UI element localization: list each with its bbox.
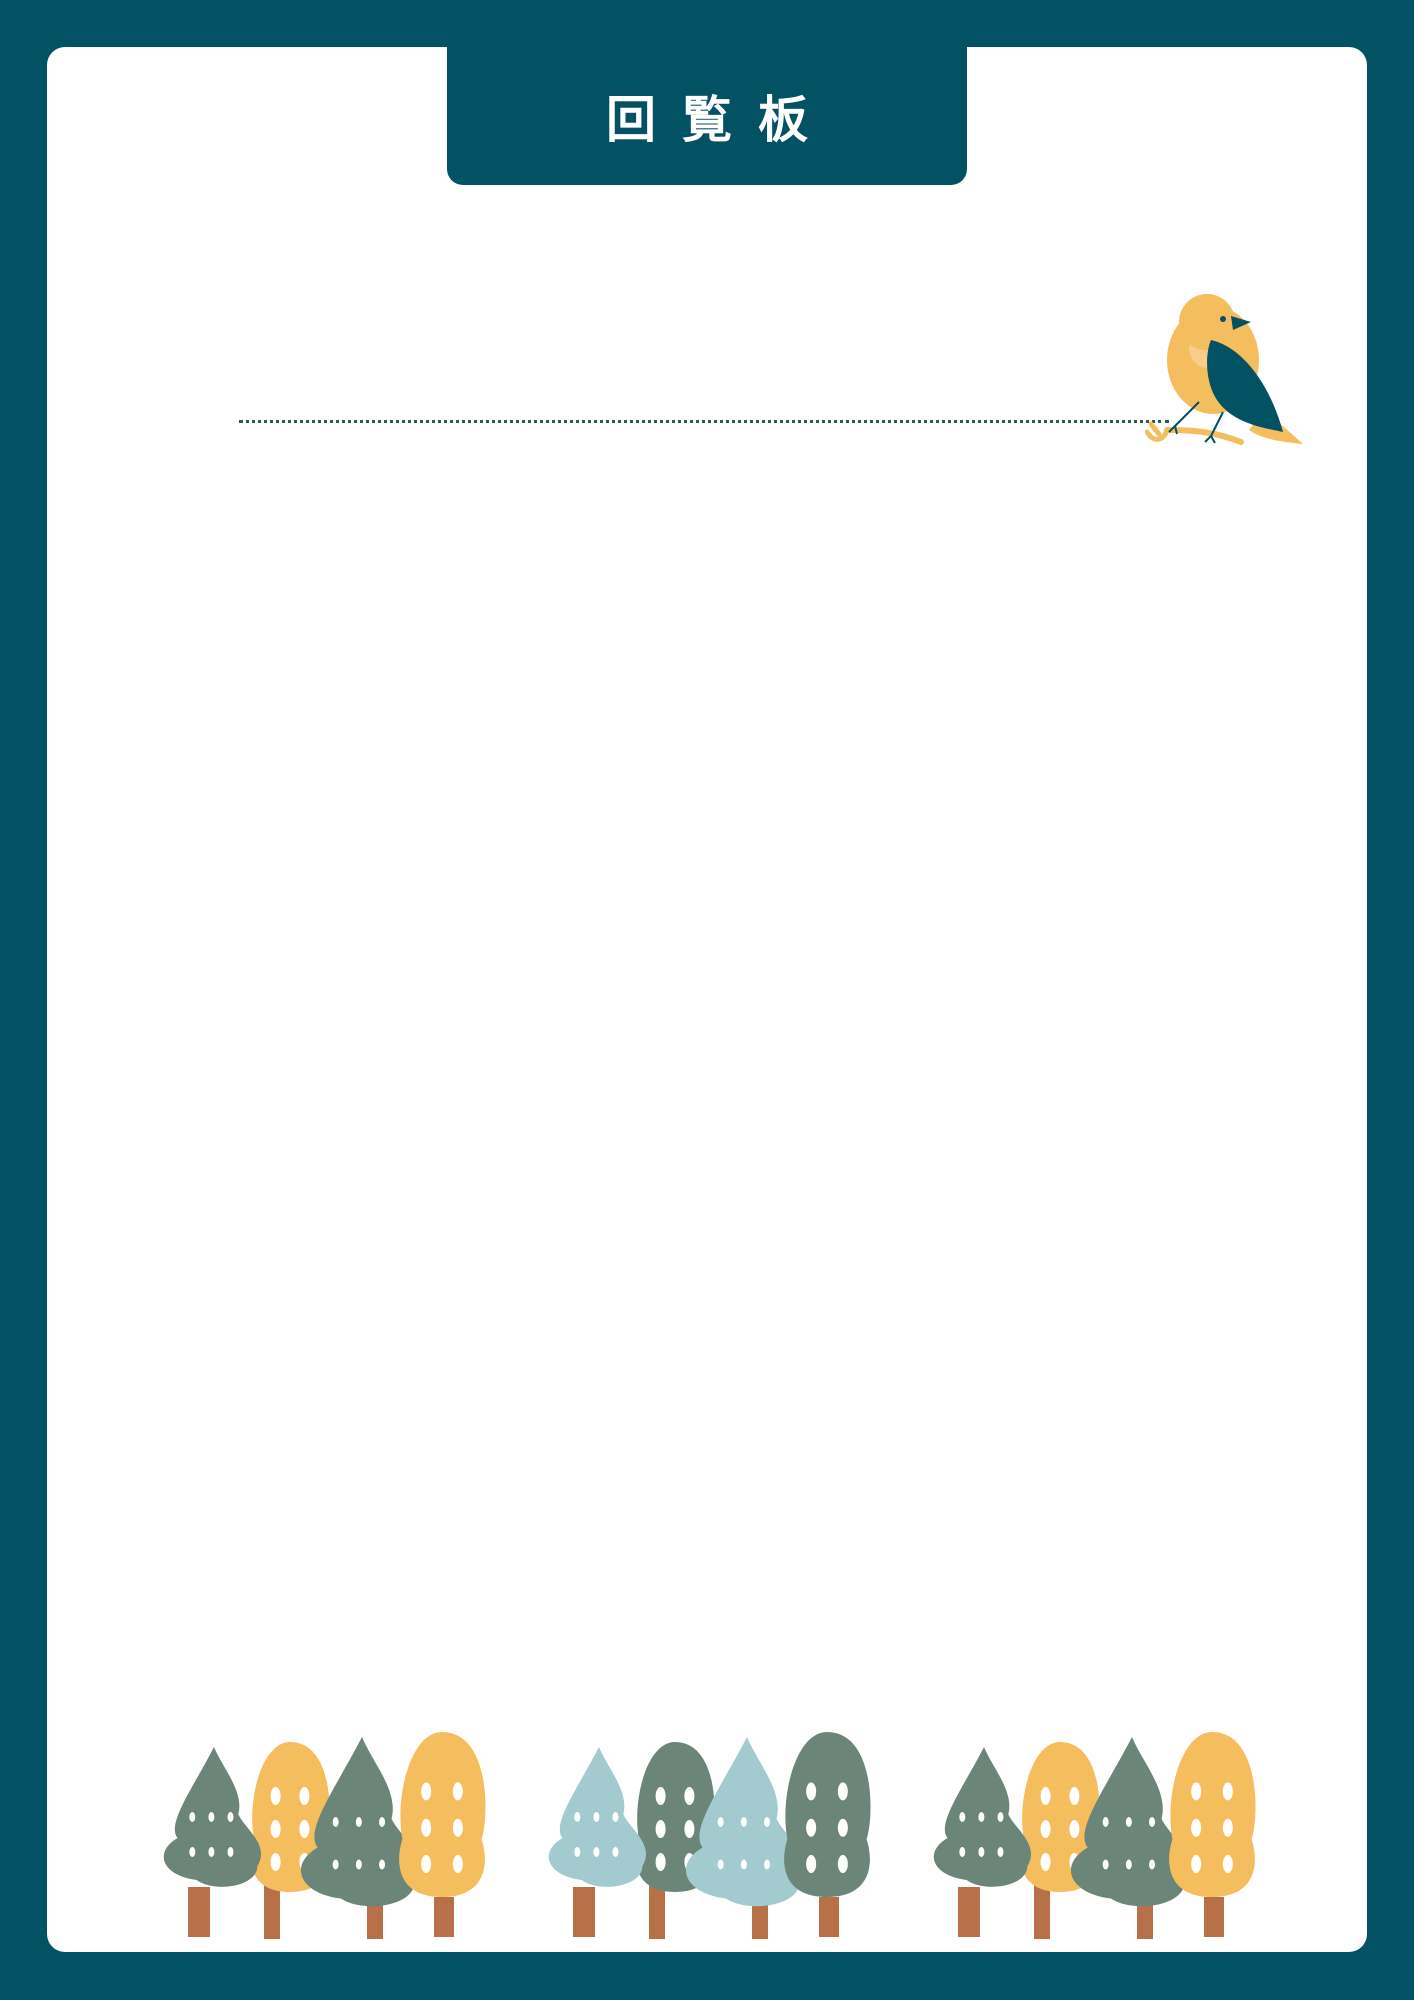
tree-icon	[300, 1737, 420, 1907]
tree-trunk	[1137, 1899, 1153, 1939]
tree-trunk	[752, 1899, 768, 1939]
tree-trunk	[649, 1819, 665, 1939]
bird-on-branch-icon	[1145, 294, 1303, 445]
tree-trunk	[573, 1887, 595, 1937]
tree-trunk	[367, 1899, 383, 1939]
tree-icon	[636, 1742, 715, 1892]
tree-trunk	[958, 1887, 980, 1937]
tree-icon	[1070, 1737, 1190, 1907]
tree-icon	[1169, 1732, 1256, 1897]
tree-trunk	[434, 1897, 454, 1937]
tree-icon	[784, 1732, 871, 1897]
tree-icon	[399, 1732, 486, 1897]
tree-icon	[548, 1747, 646, 1887]
board-frame: 回覧板	[0, 0, 1414, 2000]
tree-icon	[163, 1747, 261, 1887]
paper-sheet: 回覧板	[47, 47, 1367, 1952]
tree-icon	[251, 1742, 330, 1892]
title-tab: 回覧板	[447, 47, 967, 185]
page-title: 回覧板	[606, 91, 834, 149]
tree-icon	[933, 1747, 1031, 1887]
tree-trunk	[264, 1819, 280, 1939]
tree-trunk	[1204, 1897, 1224, 1937]
tree-icon	[1021, 1742, 1100, 1892]
tree-trunk	[819, 1897, 839, 1937]
tree-trunk	[188, 1887, 210, 1937]
dotted-write-line	[239, 420, 1169, 423]
tree-trunk	[1034, 1819, 1050, 1939]
tree-icon	[685, 1737, 805, 1907]
